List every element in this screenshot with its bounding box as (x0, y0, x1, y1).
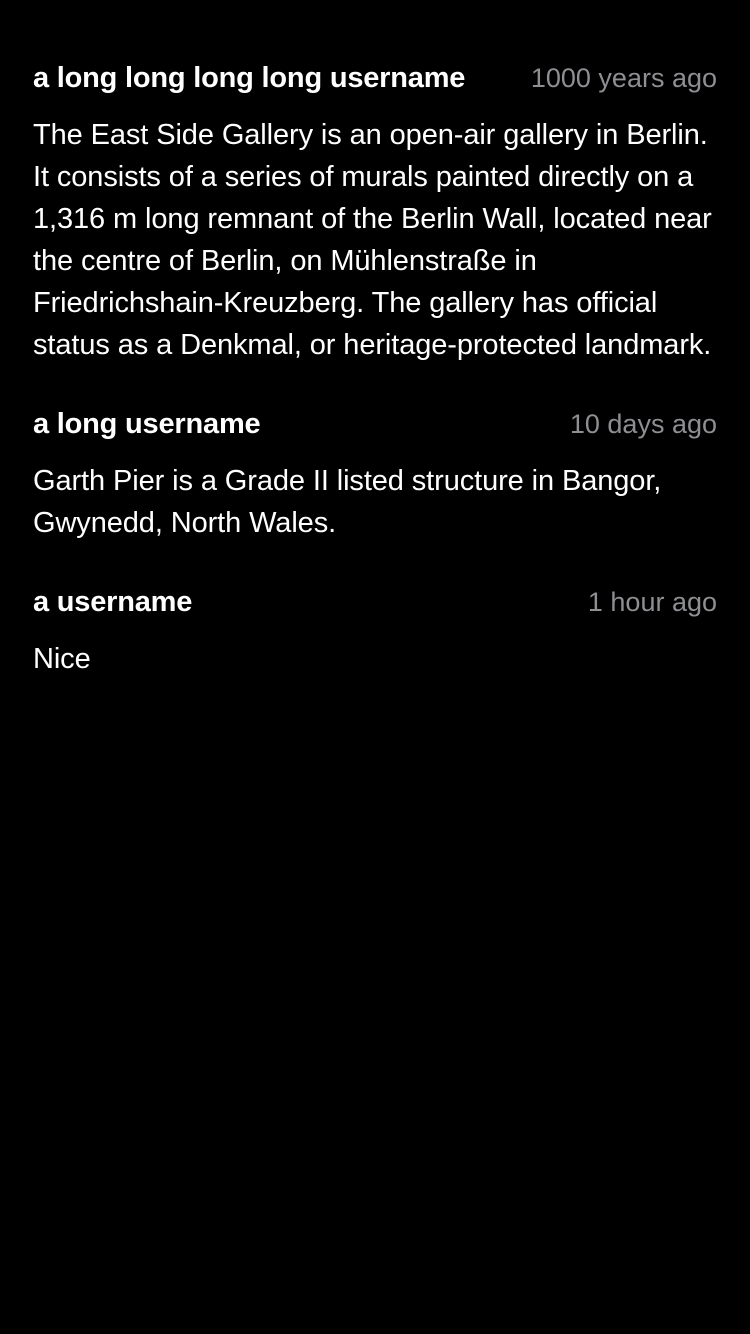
comment-list[interactable]: a long long long long username 1000 year… (33, 62, 717, 722)
comments-screen: a long long long long username 1000 year… (0, 0, 750, 1334)
comment-text: The East Side Gallery is an open-air gal… (33, 119, 712, 361)
comment-username[interactable]: a username (33, 586, 192, 619)
comment-timestamp: 1 hour ago (587, 587, 717, 617)
comment-username[interactable]: a long username (33, 408, 261, 441)
comment-text: Nice (33, 643, 91, 675)
comment-timestamp: 10 days ago (569, 409, 717, 439)
comment-item: a username 1 hour ago Nice (33, 586, 717, 680)
comment-item: a long username 10 days ago Garth Pier i… (33, 408, 717, 544)
comment-header: a username 1 hour ago (33, 586, 717, 626)
comment-header: a long long long long username 1000 year… (33, 62, 717, 102)
comment-header: a long username 10 days ago (33, 408, 717, 448)
comment-timestamp: 1000 years ago (530, 63, 717, 93)
comment-text: Garth Pier is a Grade II listed structur… (33, 465, 662, 539)
comment-item: a long long long long username 1000 year… (33, 62, 717, 366)
comment-username[interactable]: a long long long long username (33, 62, 465, 95)
